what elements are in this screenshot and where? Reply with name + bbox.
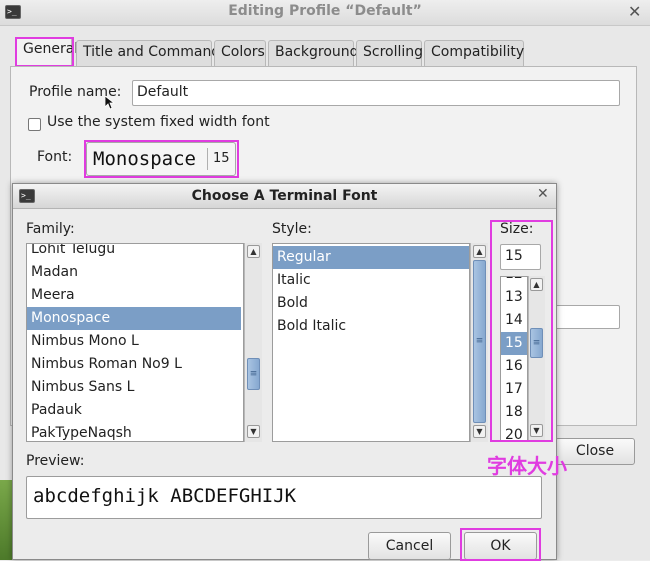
tab-background[interactable]: Background <box>268 40 359 66</box>
style-item[interactable]: Bold Italic <box>273 315 469 338</box>
cancel-button-label: Cancel <box>385 538 434 554</box>
hidden-field[interactable] <box>555 305 620 329</box>
close-window-icon[interactable]: ✕ <box>628 2 641 21</box>
style-item[interactable]: Italic <box>273 269 469 292</box>
profile-window-title: Editing Profile “Default” <box>228 3 422 19</box>
tab-compatibility[interactable]: Compatibility <box>424 40 524 66</box>
family-scroll-thumb[interactable]: ≡ <box>247 358 260 390</box>
family-item[interactable]: Nimbus Mono L <box>27 330 226 353</box>
tab-colors[interactable]: Colors <box>214 40 266 66</box>
preview-text[interactable]: abcdefghijk ABCDEFGHIJK <box>26 476 542 519</box>
family-item[interactable]: PakTypeNaqsh <box>27 422 226 441</box>
family-item[interactable]: Nimbus Sans L <box>27 376 226 399</box>
tab-background-label: Background <box>275 44 359 60</box>
style-list[interactable]: Regular Italic Bold Bold Italic <box>272 243 470 442</box>
font-dialog-title: Choose A Terminal Font <box>191 188 378 204</box>
general-tab-highlight <box>15 37 74 67</box>
preview-label: Preview: <box>26 453 85 469</box>
style-item[interactable]: Bold <box>273 292 469 315</box>
cancel-button[interactable]: Cancel <box>368 532 451 560</box>
close-button-label: Close <box>575 443 615 459</box>
family-item[interactable]: Nimbus Roman No9 L <box>27 353 226 376</box>
profile-window-titlebar: >_ Editing Profile “Default” ✕ <box>0 0 650 26</box>
scroll-down-arrow-icon[interactable]: ▼ <box>473 425 486 438</box>
family-scrollbar[interactable]: ▲ ≡ ▼ <box>244 243 262 442</box>
style-scroll-thumb[interactable]: ≡ <box>473 260 486 423</box>
mouse-cursor-icon <box>104 95 116 110</box>
tab-colors-label: Colors <box>221 44 265 60</box>
scroll-up-arrow-icon[interactable]: ▲ <box>247 245 260 258</box>
system-font-checkbox[interactable] <box>28 118 41 131</box>
tab-compatibility-label: Compatibility <box>431 44 525 60</box>
profile-name-input[interactable]: Default <box>132 80 620 106</box>
size-column-highlight <box>490 220 553 442</box>
system-font-checkbox-label: Use the system fixed width font <box>47 114 270 130</box>
tab-scrolling[interactable]: Scrolling <box>356 40 424 66</box>
family-item[interactable]: Meera <box>27 284 226 307</box>
scroll-up-arrow-icon[interactable]: ▲ <box>473 245 486 258</box>
ok-button-highlight <box>460 528 541 561</box>
family-item[interactable]: Lohit Telugu <box>27 244 226 261</box>
font-label: Font: <box>37 149 73 165</box>
font-chooser-dialog: >_ Choose A Terminal Font ✕ Family: Lohi… <box>12 183 557 561</box>
family-label: Family: <box>26 221 75 237</box>
style-label: Style: <box>272 221 312 237</box>
close-button[interactable]: Close <box>555 438 635 465</box>
font-button-highlight <box>84 140 239 178</box>
scroll-down-arrow-icon[interactable]: ▼ <box>247 425 260 438</box>
family-item[interactable]: Padauk <box>27 399 226 422</box>
tab-scrolling-label: Scrolling <box>363 44 424 60</box>
family-item-selected[interactable]: Monospace <box>27 307 241 330</box>
tab-title-and-command[interactable]: Title and Command <box>76 40 220 66</box>
family-item[interactable]: Madan <box>27 261 226 284</box>
family-list[interactable]: Lohit Telugu Madan Meera Monospace Nimbu… <box>26 243 244 442</box>
style-item-selected[interactable]: Regular <box>273 246 469 269</box>
close-dialog-icon[interactable]: ✕ <box>537 186 549 202</box>
font-dialog-titlebar: >_ Choose A Terminal Font ✕ <box>13 184 556 209</box>
tab-title-and-command-label: Title and Command <box>83 44 221 60</box>
style-scrollbar[interactable]: ▲ ≡ ▼ <box>470 243 488 442</box>
size-annotation-text: 字体大小 <box>487 454 567 478</box>
desktop-background <box>0 480 12 560</box>
